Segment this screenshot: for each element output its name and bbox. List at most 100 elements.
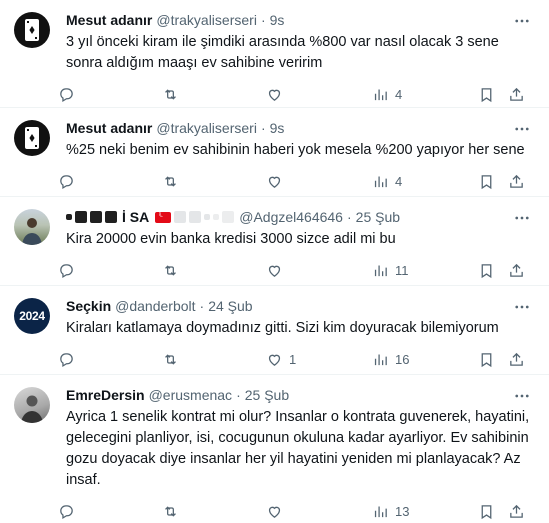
share-icon — [510, 504, 523, 518]
like-button[interactable]: 1 — [266, 351, 296, 368]
tweet-header: Seçkin @danderbolt · 24 Şub — [66, 296, 535, 316]
avatar[interactable]: 2024 — [14, 298, 50, 334]
avatar[interactable] — [14, 387, 50, 423]
tweet-header: EmreDersin @erusmenac · 25 Şub — [66, 385, 535, 405]
view-count: 11 — [395, 262, 409, 278]
views-button[interactable]: 13 — [372, 503, 409, 520]
bookmark-icon — [481, 174, 492, 189]
display-name[interactable]: Mesut adanır — [66, 12, 152, 28]
tweet[interactable]: İ SA @Adgzel464646 · 25 Şub Kira 20000 e… — [0, 197, 549, 286]
views-button[interactable]: 16 — [372, 351, 409, 368]
reply-button[interactable] — [58, 262, 81, 279]
views-chart-icon — [374, 176, 387, 187]
reply-button[interactable] — [58, 173, 81, 190]
tweet[interactable]: Mesut adanır @trakyaliserseri · 9s %25 n… — [0, 108, 549, 197]
timestamp[interactable]: 9s — [270, 12, 285, 28]
tweet[interactable]: EmreDersin @erusmenac · 25 Şub Ayrica 1 … — [0, 375, 549, 520]
share-icon — [510, 174, 523, 188]
views-chart-icon — [374, 89, 387, 100]
bookmark-button[interactable] — [478, 173, 495, 190]
share-icon — [510, 87, 523, 101]
heart-icon — [268, 176, 281, 188]
share-button[interactable] — [508, 86, 525, 103]
timestamp[interactable]: 25 Şub — [245, 387, 289, 403]
avatar-2024-label: 2024 — [19, 309, 45, 323]
avatar[interactable] — [14, 120, 50, 156]
action-bar: 4 — [60, 82, 535, 106]
separator-dot: · — [260, 120, 266, 136]
reply-button[interactable] — [58, 86, 81, 103]
bookmark-button[interactable] — [478, 503, 495, 520]
tweet-header: Mesut adanır @trakyaliserseri · 9s — [66, 10, 535, 30]
reply-button[interactable] — [58, 503, 81, 520]
user-handle[interactable]: @Adgzel464646 — [239, 209, 343, 225]
action-bar: 11 — [60, 258, 535, 282]
share-button[interactable] — [508, 173, 525, 190]
tweet-text: %25 neki benim ev sahibinin haberi yok m… — [66, 142, 525, 158]
like-button[interactable] — [266, 86, 289, 103]
bookmark-button[interactable] — [478, 86, 495, 103]
heart-icon — [268, 506, 281, 518]
retweet-button[interactable] — [162, 173, 185, 190]
retweet-icon — [165, 353, 176, 365]
share-button[interactable] — [508, 351, 525, 368]
bookmark-button[interactable] — [478, 351, 495, 368]
retweet-button[interactable] — [162, 503, 185, 520]
heart-icon — [268, 265, 281, 277]
avatar[interactable] — [14, 12, 50, 48]
action-bar: 4 — [60, 169, 535, 193]
playing-card-icon — [25, 19, 39, 41]
display-name[interactable]: Seçkin — [66, 298, 111, 314]
display-name[interactable]: EmreDersin — [66, 387, 145, 403]
retweet-button[interactable] — [162, 351, 185, 368]
separator-dot: · — [346, 209, 352, 225]
views-button[interactable]: 4 — [372, 86, 402, 103]
more-options-icon[interactable] — [513, 120, 531, 138]
timestamp[interactable]: 24 Şub — [208, 298, 252, 314]
views-button[interactable]: 11 — [372, 262, 409, 279]
timestamp[interactable]: 25 Şub — [356, 209, 400, 225]
retweet-button[interactable] — [162, 262, 185, 279]
like-button[interactable] — [266, 262, 289, 279]
bookmark-icon — [481, 504, 492, 519]
share-button[interactable] — [508, 262, 525, 279]
action-bar: 13 — [60, 499, 535, 523]
tweet-feed: Mesut adanır @trakyaliserseri · 9s 3 yıl… — [0, 0, 549, 520]
share-button[interactable] — [508, 503, 525, 520]
display-name[interactable]: İ SA — [122, 209, 149, 225]
like-count: 1 — [289, 351, 297, 367]
more-options-icon[interactable] — [513, 12, 531, 30]
user-handle[interactable]: @trakyaliserseri — [156, 12, 257, 28]
user-handle[interactable]: @danderbolt — [115, 298, 195, 314]
more-options-icon[interactable] — [513, 209, 531, 227]
view-count: 4 — [395, 86, 403, 102]
display-name[interactable]: Mesut adanır — [66, 120, 152, 136]
share-icon — [510, 263, 523, 277]
bookmark-icon — [481, 352, 492, 367]
user-handle[interactable]: @erusmenac — [149, 387, 232, 403]
like-button[interactable] — [266, 173, 289, 190]
more-options-icon[interactable] — [513, 298, 531, 316]
view-count: 13 — [395, 503, 410, 519]
tweet[interactable]: 2024 Seçkin @danderbolt · 24 Şub Kiralar… — [0, 286, 549, 375]
user-handle[interactable]: @trakyaliserseri — [156, 120, 257, 136]
share-icon — [510, 352, 523, 366]
avatar[interactable] — [14, 209, 50, 245]
bookmark-icon — [481, 87, 492, 102]
tweet[interactable]: Mesut adanır @trakyaliserseri · 9s 3 yıl… — [0, 0, 549, 108]
views-chart-icon — [374, 506, 387, 517]
separator-dot: · — [260, 12, 266, 28]
like-button[interactable] — [266, 503, 289, 520]
retweet-button[interactable] — [162, 86, 185, 103]
views-chart-icon — [374, 265, 387, 276]
bookmark-button[interactable] — [478, 262, 495, 279]
person-photo-icon — [21, 395, 43, 423]
timestamp[interactable]: 9s — [270, 120, 285, 136]
reply-icon — [60, 263, 73, 278]
views-button[interactable]: 4 — [372, 173, 402, 190]
tweet-text: Kira 20000 evin banka kredisi 3000 sizce… — [66, 231, 396, 247]
more-options-icon[interactable] — [513, 387, 531, 405]
reply-button[interactable] — [58, 351, 81, 368]
retweet-icon — [165, 88, 176, 100]
tweet-header: İ SA @Adgzel464646 · 25 Şub — [66, 207, 535, 227]
